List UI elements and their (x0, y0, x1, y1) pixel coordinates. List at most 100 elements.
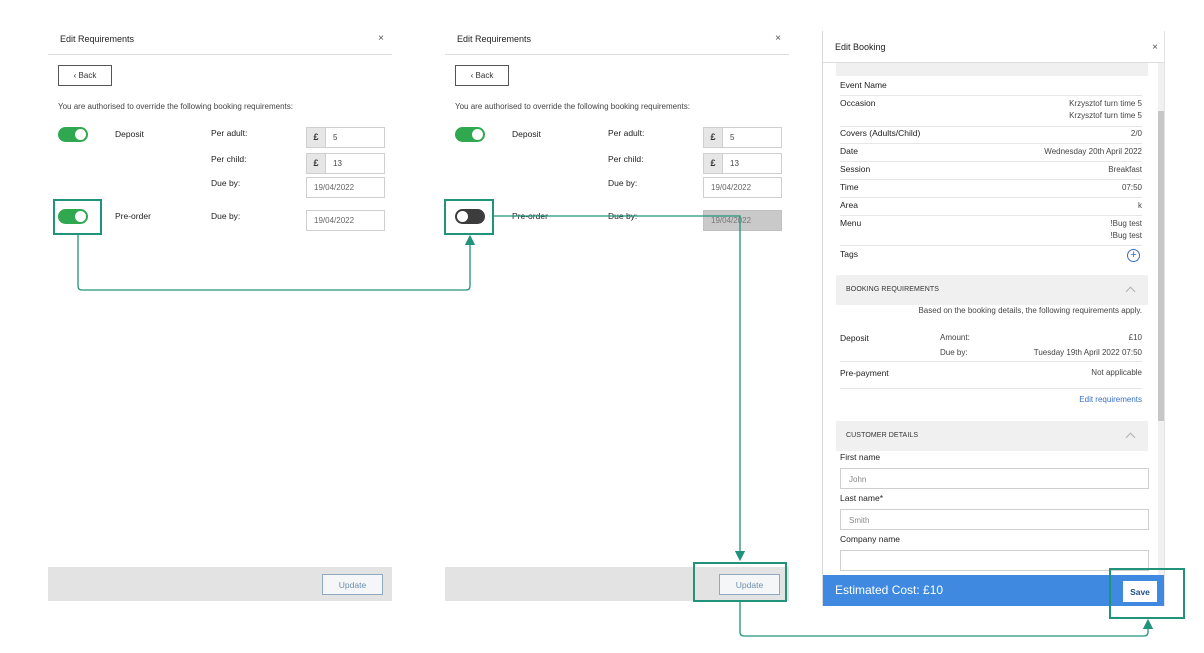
occasion-line-1: Krzysztof turn time 5 (1069, 99, 1142, 108)
panel-footer: Update (445, 567, 789, 601)
detail-key: Menu (840, 218, 862, 228)
req-amount-value: £10 (1128, 333, 1142, 342)
detail-value: k (1138, 201, 1142, 210)
booking-requirements-header[interactable]: BOOKING REQUIREMENTS (836, 275, 1148, 305)
divider (840, 388, 1142, 389)
preorder-due-label: Due by: (211, 211, 241, 221)
panel-header: Edit Requirements × (48, 23, 392, 55)
first-name-label: First name (840, 452, 881, 462)
detail-value: Krzysztof turn time 5 Krzysztof turn time… (1069, 98, 1142, 122)
customer-details-header[interactable]: CUSTOMER DETAILS (836, 421, 1148, 451)
detail-row-tags: Tags + (840, 249, 1142, 267)
company-name-input[interactable] (840, 550, 1149, 571)
deposit-due-label: Due by: (608, 178, 638, 188)
detail-row-session: Session Breakfast (840, 164, 1142, 180)
scrollbar-thumb[interactable] (1158, 111, 1164, 421)
last-name-placeholder: Smith (849, 516, 870, 525)
section-title: BOOKING REQUIREMENTS (846, 286, 940, 293)
deposit-due-value: 19/04/2022 (711, 183, 752, 192)
detail-value: Wednesday 20th April 2022 (1044, 147, 1142, 156)
detail-key: Occasion (840, 98, 876, 108)
detail-value: !Bug test !Bug test (1110, 218, 1142, 242)
panel-header: Edit Requirements × (445, 23, 789, 55)
override-intro-text: You are authorised to override the follo… (455, 102, 690, 111)
detail-row-menu: Menu !Bug test !Bug test (840, 218, 1142, 246)
deposit-label: Deposit (512, 129, 541, 139)
per-adult-value: 5 (333, 133, 338, 142)
close-icon[interactable]: × (1152, 42, 1158, 53)
first-name-placeholder: John (849, 475, 867, 484)
deposit-toggle[interactable] (58, 127, 88, 142)
add-tag-icon[interactable]: + (1127, 249, 1140, 262)
detail-row-date: Date Wednesday 20th April 2022 (840, 146, 1142, 162)
deposit-due-value: 19/04/2022 (314, 183, 355, 192)
req-prepayment-label: Pre-payment (840, 368, 889, 378)
currency-symbol: £ (704, 154, 723, 173)
per-adult-input[interactable]: £ 5 (703, 127, 782, 148)
back-button[interactable]: ‹ Back (58, 65, 112, 86)
deposit-due-label: Due by: (211, 178, 241, 188)
edit-booking-panel: Edit Booking × Event Name Occasion Krzys… (822, 31, 1165, 606)
detail-key: Session (840, 164, 871, 174)
preorder-due-value: 19/04/2022 (711, 216, 752, 225)
edit-requirements-panel-before: Edit Requirements × ‹ Back You are autho… (48, 23, 392, 601)
back-button[interactable]: ‹ Back (455, 65, 509, 86)
deposit-due-date-input[interactable]: 19/04/2022 (306, 177, 385, 198)
per-child-input[interactable]: £ 13 (703, 153, 782, 174)
preorder-due-date-input-disabled: 19/04/2022 (703, 210, 782, 231)
collapse-chevron-icon[interactable] (1125, 432, 1136, 443)
divider (840, 361, 1142, 362)
per-child-input[interactable]: £ 13 (306, 153, 385, 174)
preorder-due-date-input[interactable]: 19/04/2022 (306, 210, 385, 231)
preorder-due-label: Due by: (608, 211, 638, 221)
toggle-knob (75, 129, 86, 140)
per-adult-input[interactable]: £ 5 (306, 127, 385, 148)
close-icon[interactable]: × (378, 33, 384, 44)
preorder-toggle[interactable] (58, 209, 88, 224)
per-child-label: Per child: (211, 154, 247, 164)
company-name-label: Company name (840, 534, 901, 544)
update-button[interactable]: Update (719, 574, 780, 595)
close-icon[interactable]: × (775, 33, 781, 44)
currency-symbol: £ (307, 154, 326, 173)
per-child-label: Per child: (608, 154, 644, 164)
collapse-chevron-icon[interactable] (1125, 286, 1136, 297)
panel-title: Edit Requirements (60, 34, 135, 44)
deposit-toggle[interactable] (455, 127, 485, 142)
deposit-due-date-input[interactable]: 19/04/2022 (703, 177, 782, 198)
toggle-knob (457, 211, 468, 222)
detail-row-time: Time 07:50 (840, 182, 1142, 198)
last-name-input[interactable]: Smith (840, 509, 1149, 530)
preorder-label: Pre-order (115, 211, 151, 221)
per-adult-label: Per adult: (211, 128, 248, 138)
detail-value: 07:50 (1121, 183, 1142, 192)
menu-line-1: !Bug test (1110, 219, 1142, 228)
occasion-line-2: Krzysztof turn time 5 (1069, 111, 1142, 120)
currency-symbol: £ (704, 128, 723, 147)
detail-key: Area (840, 200, 858, 210)
panel-title: Edit Requirements (457, 34, 532, 44)
toggle-knob (472, 129, 483, 140)
preorder-due-value: 19/04/2022 (314, 216, 355, 225)
per-child-value: 13 (730, 159, 739, 168)
req-due-label: Due by: (940, 348, 968, 357)
requirements-note: Based on the booking details, the follow… (918, 306, 1142, 315)
detail-row-covers: Covers (Adults/Child) 2/0 (840, 128, 1142, 144)
preorder-toggle[interactable] (455, 209, 485, 224)
preorder-label: Pre-order (512, 211, 548, 221)
req-deposit-label: Deposit (840, 333, 869, 343)
save-button[interactable]: Save (1123, 581, 1157, 602)
first-name-input[interactable]: John (840, 468, 1149, 489)
detail-row-area: Area k (840, 200, 1142, 216)
detail-value: 2/0 (1130, 129, 1142, 138)
detail-key: Tags (840, 249, 858, 259)
edit-requirements-link[interactable]: Edit requirements (1079, 395, 1142, 404)
per-adult-label: Per adult: (608, 128, 645, 138)
detail-key: Covers (Adults/Child) (840, 128, 921, 138)
detail-row-occasion: Occasion Krzysztof turn time 5 Krzysztof … (840, 98, 1142, 127)
deposit-label: Deposit (115, 129, 144, 139)
detail-key: Time (840, 182, 859, 192)
section-title: CUSTOMER DETAILS (846, 432, 919, 439)
detail-value: Breakfast (1108, 165, 1142, 174)
update-button[interactable]: Update (322, 574, 383, 595)
